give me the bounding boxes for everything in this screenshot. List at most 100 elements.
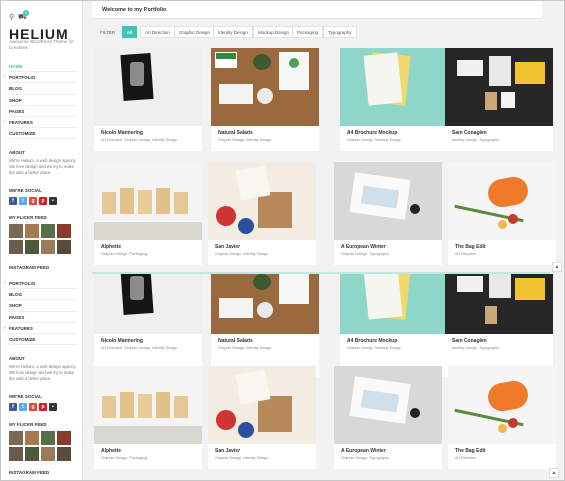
flickr-thumb[interactable] [41,431,55,445]
pinterest-icon[interactable]: p [39,197,47,205]
flickr-thumb[interactable] [57,431,71,445]
portfolio-card[interactable]: The Bag Edit Art Direction [448,366,556,469]
menu-item-pages[interactable]: PAGES [9,106,77,117]
scroll-to-top-button[interactable]: ▲ [552,262,562,272]
flickr-thumb[interactable] [25,431,39,445]
menu-item-blog[interactable]: BLOG [9,289,77,301]
googleplus-icon[interactable]: g [29,197,37,205]
filter-mockup-design[interactable]: Mockup Design [253,26,295,38]
menu-item-home[interactable]: HOME [9,61,77,73]
about-text: We're Helium, a web design agency. We lo… [9,364,77,382]
menu-item-shop[interactable]: SHOP [9,300,77,312]
card-title[interactable]: A European Winter [341,448,386,454]
portfolio-thumbnail[interactable] [94,366,202,444]
card-title[interactable]: The Bag Edit [455,448,486,454]
portfolio-card[interactable]: A4 Brochure Mockup Graphic Design, Mocku… [340,48,448,151]
portfolio-thumbnail[interactable] [448,162,556,240]
scroll-to-top-button[interactable]: ▲ [549,468,559,478]
portfolio-thumbnail[interactable] [445,48,553,126]
menu-item-features[interactable]: › FEATURES [4,323,77,334]
card-title[interactable]: A4 Brochure Mockup [347,130,397,136]
portfolio-thumbnail[interactable] [445,274,553,334]
facebook-icon[interactable]: f [9,197,17,205]
filter-identity-design[interactable]: Identity Design [213,26,253,38]
portfolio-thumbnail[interactable] [448,366,556,444]
menu-item-portfolio[interactable]: › PORTFOLIO [4,72,77,84]
menu-item-blog[interactable]: BLOG [9,83,77,95]
flickr-thumb[interactable] [9,240,23,254]
search-icon[interactable]: ⚲ [9,13,14,21]
menu-item-customize[interactable]: CUSTOMIZE [9,334,77,346]
about-heading: ABOUT [9,150,25,155]
portfolio-thumbnail[interactable] [340,48,448,126]
flickr-thumb[interactable] [9,431,23,445]
portfolio-thumbnail[interactable] [94,48,202,126]
portfolio-thumbnail[interactable] [94,162,202,240]
menu-item-shop[interactable]: SHOP [9,95,77,106]
card-title[interactable]: Natural Salads [218,130,253,136]
cart-count-badge: 0 [23,10,29,16]
twitter-icon[interactable]: t [19,403,27,411]
portfolio-card[interactable]: A European Winter Graphic Design, Typogr… [334,366,442,469]
card-title[interactable]: Sam Conaglen [452,338,487,344]
card-title[interactable]: Alphette [101,448,121,454]
googleplus-icon[interactable]: g [29,403,37,411]
card-title[interactable]: Alphette [101,244,121,250]
flickr-thumb[interactable] [57,224,71,238]
pinterest-icon[interactable]: p [39,403,47,411]
flickr-icon[interactable]: • [49,403,57,411]
portfolio-card[interactable]: Natural Salads Graphic Design, Identity … [211,48,319,151]
flickr-thumb[interactable] [57,447,71,461]
card-title[interactable]: Natural Salads [218,338,253,344]
flickr-thumb[interactable] [57,240,71,254]
portfolio-thumbnail[interactable] [211,274,319,334]
portfolio-card[interactable]: Nicolo Mannering Art Direction, Graphic … [94,274,202,377]
flickr-icon[interactable]: • [49,197,57,205]
card-title[interactable]: San Javier [215,244,240,250]
portfolio-card[interactable]: A European Winter Graphic Design, Typogr… [334,162,442,265]
portfolio-card[interactable]: Nicolo Mannering Art Direction, Graphic … [94,48,202,151]
portfolio-thumbnail[interactable] [208,366,316,444]
menu-item-features[interactable]: › FEATURES [4,117,77,129]
menu-item-pages[interactable]: PAGES [9,312,77,323]
flickr-thumb[interactable] [41,447,55,461]
flickr-thumb[interactable] [41,240,55,254]
portfolio-thumbnail[interactable] [94,274,202,334]
portfolio-thumbnail[interactable] [211,48,319,126]
portfolio-card[interactable]: A4 Brochure Mockup Graphic Design, Mocku… [340,274,448,377]
portfolio-card[interactable]: The Bag Edit Art Direction [448,162,556,265]
portfolio-card[interactable]: San Javier Graphic Design, Identity Desi… [208,162,316,265]
card-title[interactable]: The Bag Edit [455,244,486,250]
portfolio-thumbnail[interactable] [334,366,442,444]
portfolio-card[interactable]: Natural Salads Graphic Design, Identity … [211,274,319,377]
portfolio-thumbnail[interactable] [208,162,316,240]
card-title[interactable]: A4 Brochure Mockup [347,338,397,344]
portfolio-card[interactable]: Sam Conaglen Identity Design, Typography [445,274,553,377]
card-title[interactable]: San Javier [215,448,240,454]
portfolio-thumbnail[interactable] [340,274,448,334]
filter-packaging[interactable]: Packaging [292,26,324,38]
filter-typography[interactable]: Typography [323,26,357,38]
filter-all[interactable]: All [122,26,137,38]
menu-item-portfolio[interactable]: › PORTFOLIO [4,278,77,290]
portfolio-card[interactable]: Alphette Graphic Design, Packaging [94,162,202,265]
twitter-icon[interactable]: t [19,197,27,205]
flickr-thumb[interactable] [25,240,39,254]
card-title[interactable]: Sam Conaglen [452,130,487,136]
card-title[interactable]: Nicolo Mannering [101,338,143,344]
card-title[interactable]: A European Winter [341,244,386,250]
portfolio-thumbnail[interactable] [334,162,442,240]
portfolio-card[interactable]: Alphette Graphic Design, Packaging [94,366,202,469]
portfolio-card[interactable]: Sam Conaglen Identity Design, Typography [445,48,553,151]
facebook-icon[interactable]: f [9,403,17,411]
flickr-thumb[interactable] [9,447,23,461]
filter-art-direction[interactable]: Art Direction [140,26,175,38]
flickr-thumb[interactable] [25,224,39,238]
flickr-thumb[interactable] [9,224,23,238]
flickr-thumb[interactable] [41,224,55,238]
portfolio-card[interactable]: San Javier Graphic Design, Identity Desi… [208,366,316,469]
filter-graphic-design[interactable]: Graphic Design [174,26,216,38]
card-title[interactable]: Nicolo Mannering [101,130,143,136]
flickr-thumb[interactable] [25,447,39,461]
menu-item-customize[interactable]: CUSTOMIZE [9,128,77,140]
